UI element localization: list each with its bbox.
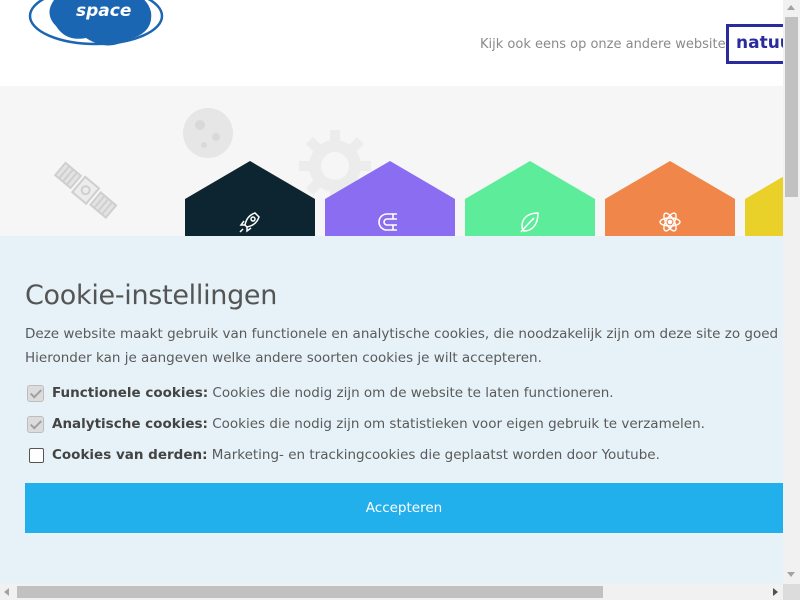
- scroll-down-arrow-icon[interactable]: [787, 572, 795, 577]
- leaf-icon: [520, 212, 539, 233]
- category-house-3[interactable]: [465, 161, 595, 236]
- cookie-description: Deze website maakt gebruik van functione…: [25, 322, 783, 370]
- third-party-cookies-name: Cookies van derden:: [52, 447, 208, 463]
- hero-banner: [0, 86, 783, 236]
- scroll-left-arrow-icon[interactable]: [4, 588, 9, 596]
- cookie-description-line-2: Hieronder kan je aangeven welke andere s…: [25, 350, 542, 366]
- science-space-logo[interactable]: science space: [26, 0, 171, 52]
- functional-cookies-name: Functionele cookies:: [52, 385, 209, 401]
- atom-icon: [659, 212, 681, 232]
- functional-cookies-checkbox[interactable]: [27, 385, 44, 402]
- analytics-cookies-text: Cookies die nodig zijn om statistieken v…: [207, 416, 705, 432]
- logo-line-2: space: [76, 1, 132, 21]
- vertical-scroll-thumb[interactable]: [785, 17, 798, 197]
- rocket-icon: [239, 212, 260, 233]
- partner-site-logo-text: natuu: [736, 33, 783, 53]
- other-sites-label: Kijk ook eens op onze andere websites:: [480, 37, 737, 52]
- site-header: science space Kijk ook eens op onze ande…: [0, 0, 783, 86]
- third-party-cookies-checkbox[interactable]: [29, 448, 44, 463]
- horizontal-scrollbar[interactable]: [0, 584, 783, 600]
- category-house-2[interactable]: [325, 161, 455, 236]
- analytics-cookies-checkbox[interactable]: [27, 416, 44, 433]
- moon-icon: [183, 108, 233, 158]
- magnet-icon: [378, 213, 397, 231]
- category-house-1[interactable]: [185, 161, 315, 236]
- horizontal-scroll-thumb[interactable]: [17, 586, 603, 598]
- scrollbar-corner: [783, 584, 800, 600]
- satellite-icon: [53, 161, 118, 219]
- analytics-cookies-name: Analytische cookies:: [52, 416, 208, 432]
- vertical-scrollbar[interactable]: [783, 0, 800, 584]
- cookie-title: Cookie-instellingen: [25, 280, 278, 311]
- scroll-up-arrow-icon[interactable]: [787, 5, 795, 10]
- cookie-description-line-1: Deze website maakt gebruik van functione…: [25, 326, 783, 342]
- third-party-cookies-text: Marketing- en trackingcookies die geplaa…: [207, 447, 660, 463]
- accept-button[interactable]: Accepteren: [25, 483, 783, 533]
- category-house-4[interactable]: [605, 161, 735, 236]
- category-house-5[interactable]: [745, 161, 783, 236]
- cookie-settings-panel: Cookie-instellingen Deze website maakt g…: [0, 236, 783, 584]
- scroll-right-arrow-icon[interactable]: [773, 588, 778, 596]
- partner-site-logo[interactable]: natuu: [726, 24, 783, 64]
- functional-cookies-text: Cookies die nodig zijn om de website te …: [208, 385, 614, 401]
